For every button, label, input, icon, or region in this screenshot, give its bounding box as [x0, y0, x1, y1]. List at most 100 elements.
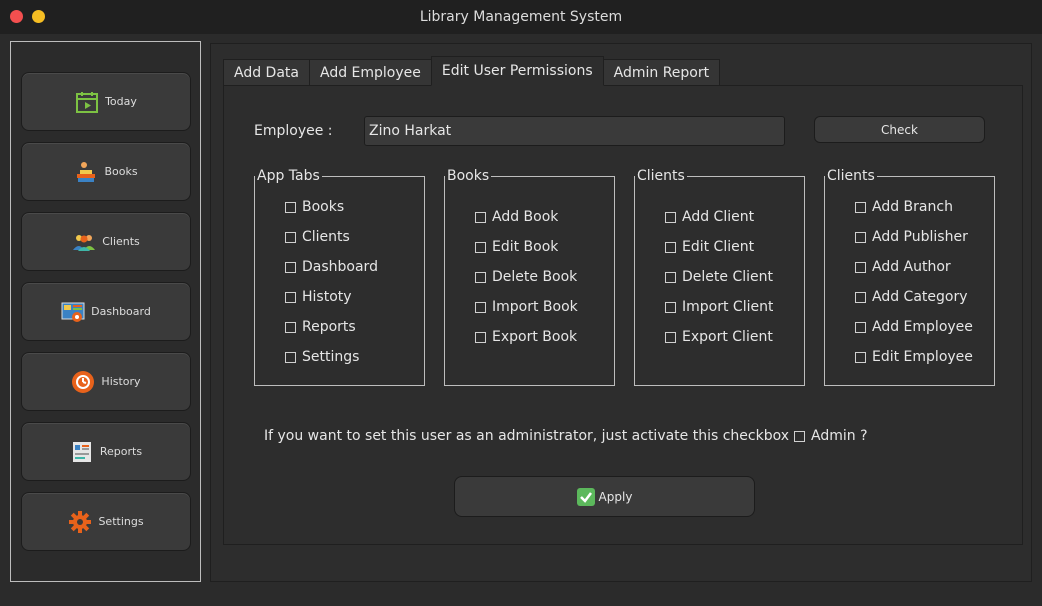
checkbox-label: Import Client	[682, 299, 774, 315]
check-button[interactable]: Check	[814, 116, 985, 143]
checkbox-label: Reports	[302, 319, 356, 335]
apply-label: Apply	[598, 489, 633, 504]
checkbox-box[interactable]	[665, 211, 676, 223]
tab-bar: Add Data Add Employee Edit User Permissi…	[223, 56, 721, 86]
checkbox-box[interactable]	[665, 301, 676, 313]
checkbox-label: Delete Client	[682, 269, 773, 285]
checkbox-add-author[interactable]: Add Author	[855, 259, 995, 275]
checkbox-box[interactable]	[855, 291, 866, 303]
group-title: Books	[445, 167, 492, 185]
tab-edit-user-permissions[interactable]: Edit User Permissions	[430, 56, 604, 86]
sidebar-item-label: Dashboard	[91, 305, 151, 318]
checkbox-label: Add Book	[492, 209, 559, 225]
sidebar-item-label: Books	[104, 165, 138, 178]
checkbox-delete-book[interactable]: Delete Book	[475, 269, 577, 285]
employee-label: Employee :	[254, 123, 333, 139]
books-icon	[74, 160, 98, 184]
sidebar-item-today[interactable]: Today	[21, 72, 191, 131]
checkbox-label: Export Client	[682, 329, 773, 345]
checkbox-box[interactable]	[855, 201, 866, 213]
checkbox-add-branch[interactable]: Add Branch	[855, 199, 995, 215]
history-icon	[71, 370, 95, 394]
checkbox-label: Settings	[302, 349, 360, 365]
sidebar-item-label: Settings	[98, 515, 144, 528]
checkbox-label: Add Branch	[872, 199, 953, 215]
sidebar-item-clients[interactable]: Clients	[21, 212, 191, 271]
checkbox-box[interactable]	[475, 211, 486, 223]
checkbox-box[interactable]	[285, 291, 296, 303]
admin-instruction-text: If you want to set this user as an admin…	[264, 428, 799, 444]
checkbox-clients-tab[interactable]: Clients	[285, 229, 350, 245]
sidebar-item-label: Reports	[99, 445, 143, 458]
checkbox-add-employee[interactable]: Add Employee	[855, 319, 995, 335]
sidebar-item-settings[interactable]: Settings	[21, 492, 191, 551]
dashboard-icon	[61, 300, 85, 324]
checkbox-box[interactable]	[665, 331, 676, 343]
checkbox-edit-employee[interactable]: Edit Employee	[855, 349, 995, 365]
checkbox-add-publisher[interactable]: Add Publisher	[855, 229, 995, 245]
checkbox-books-tab[interactable]: Books	[285, 199, 344, 215]
checkbox-add-category[interactable]: Add Category	[855, 289, 995, 305]
title-bar: Library Management System	[0, 0, 1042, 34]
checkbox-delete-client[interactable]: Delete Client	[665, 269, 773, 285]
sidebar-item-label: Today	[105, 95, 137, 108]
checkbox-label: Admin ?	[811, 428, 868, 444]
checkbox-add-client[interactable]: Add Client	[665, 209, 754, 225]
checkbox-dashboard-tab[interactable]: Dashboard	[285, 259, 378, 275]
tab-admin-report[interactable]: Admin Report	[602, 59, 721, 86]
checkbox-history-tab[interactable]: Histoty	[285, 289, 352, 305]
checkbox-box[interactable]	[855, 351, 866, 363]
sidebar-item-dashboard[interactable]: Dashboard	[21, 282, 191, 341]
clients-permissions-group: Clients Add Client Edit Client Delete Cl…	[634, 167, 805, 386]
checkbox-box[interactable]	[665, 241, 676, 253]
checkbox-box[interactable]	[285, 351, 296, 363]
checkbox-box[interactable]	[855, 231, 866, 243]
sidebar-item-label: History	[101, 375, 141, 388]
checkbox-box[interactable]	[855, 261, 866, 273]
checkbox-box[interactable]	[475, 241, 486, 253]
checkbox-box[interactable]	[285, 201, 296, 213]
checkbox-reports-tab[interactable]: Reports	[285, 319, 356, 335]
checkbox-box[interactable]	[285, 321, 296, 333]
app-tabs-group: App Tabs Books Clients Dashboard Histoty…	[254, 167, 425, 386]
window-title: Library Management System	[419, 9, 623, 25]
checkbox-add-book[interactable]: Add Book	[475, 209, 558, 225]
checkbox-label: Books	[302, 199, 345, 215]
checkbox-label: Add Client	[682, 209, 755, 225]
checkbox-label: Edit Client	[682, 239, 755, 255]
checkbox-export-book[interactable]: Export Book	[475, 329, 577, 345]
settings-permissions-group: Clients Add Branch Add Publisher Add Aut…	[824, 167, 995, 386]
checkbox-label: Add Category	[872, 289, 968, 305]
sidebar-item-books[interactable]: Books	[21, 142, 191, 201]
gear-icon	[68, 510, 92, 534]
tab-add-data[interactable]: Add Data	[223, 59, 310, 86]
checkbox-box[interactable]	[285, 261, 296, 273]
sidebar: Today Books Clients Dashboard History Re…	[10, 41, 201, 582]
tab-add-employee[interactable]: Add Employee	[308, 59, 432, 86]
checkbox-edit-book[interactable]: Edit Book	[475, 239, 558, 255]
sidebar-item-history[interactable]: History	[21, 352, 191, 411]
checkbox-admin[interactable]: Admin ?	[794, 428, 868, 444]
checkbox-label: Clients	[302, 229, 350, 245]
employee-input[interactable]: Zino Harkat	[364, 116, 785, 146]
apply-button[interactable]: Apply	[454, 476, 755, 517]
checkbox-box[interactable]	[475, 271, 486, 283]
checkbox-edit-client[interactable]: Edit Client	[665, 239, 754, 255]
checkbox-label: Delete Book	[492, 269, 578, 285]
sidebar-item-reports[interactable]: Reports	[21, 422, 191, 481]
checkbox-box[interactable]	[794, 430, 805, 442]
users-icon	[72, 230, 96, 254]
calendar-icon	[75, 90, 99, 114]
checkbox-label: Histoty	[302, 289, 352, 305]
checkbox-box[interactable]	[475, 301, 486, 313]
checkbox-label: Add Employee	[872, 319, 973, 335]
checkbox-label: Edit Book	[492, 239, 559, 255]
checkbox-box[interactable]	[475, 331, 486, 343]
checkbox-export-client[interactable]: Export Client	[665, 329, 773, 345]
checkbox-box[interactable]	[665, 271, 676, 283]
checkbox-import-book[interactable]: Import Book	[475, 299, 578, 315]
checkbox-box[interactable]	[285, 231, 296, 243]
checkbox-import-client[interactable]: Import Client	[665, 299, 773, 315]
checkbox-box[interactable]	[855, 321, 866, 333]
checkbox-settings-tab[interactable]: Settings	[285, 349, 359, 365]
